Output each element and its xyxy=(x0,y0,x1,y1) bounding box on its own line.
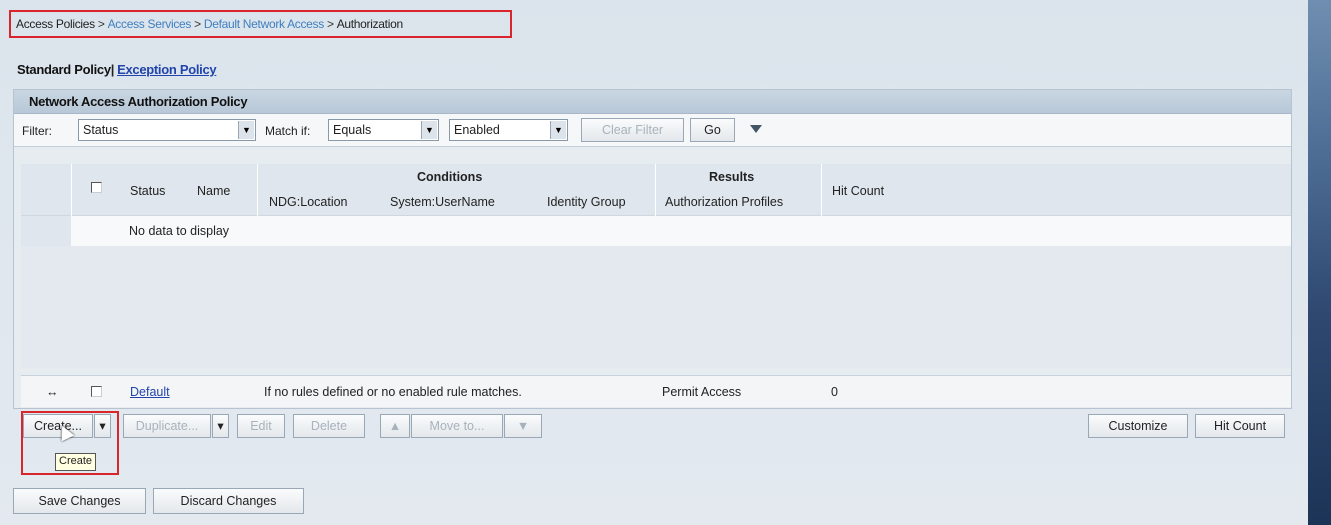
filter-field-value: Status xyxy=(83,123,119,137)
edit-button[interactable]: Edit xyxy=(237,414,285,438)
empty-table-text: No data to display xyxy=(129,224,230,238)
column-divider xyxy=(71,164,72,216)
select-all-checkbox[interactable] xyxy=(91,182,102,193)
header-status[interactable]: Status xyxy=(130,184,165,198)
filter-value-select[interactable]: Enabled ▼ xyxy=(449,119,568,141)
match-label: Match if: xyxy=(265,124,311,138)
default-rule-link[interactable]: Default xyxy=(130,385,170,399)
save-changes-button[interactable]: Save Changes xyxy=(13,488,146,514)
delete-button[interactable]: Delete xyxy=(293,414,365,438)
clear-filter-button[interactable]: Clear Filter xyxy=(581,118,684,142)
filter-field-select[interactable]: Status ▼ xyxy=(78,119,256,141)
discard-changes-button[interactable]: Discard Changes xyxy=(153,488,304,514)
tab-exception-policy[interactable]: Exception Policy xyxy=(117,62,217,77)
dropdown-arrow-icon: ▼ xyxy=(421,121,437,139)
background-edge xyxy=(1308,0,1331,525)
column-divider xyxy=(655,164,656,216)
default-rule-conditions: If no rules defined or no enabled rule m… xyxy=(264,385,522,399)
breadcrumb-access-services[interactable]: Access Services xyxy=(108,17,192,31)
duplicate-menu-button[interactable]: ▾ xyxy=(212,414,229,438)
dropdown-arrow-icon: ▾ xyxy=(217,419,224,433)
header-system-username[interactable]: System:UserName xyxy=(390,195,495,209)
filter-value: Enabled xyxy=(454,123,500,137)
arrow-up-icon: ▲ xyxy=(388,419,402,433)
dropdown-arrow-icon: ▼ xyxy=(550,121,566,139)
filter-bar: Filter: Status ▼ Match if: Equals ▼ Enab… xyxy=(14,114,1291,147)
table-header: Status Name Conditions NDG:Location Syst… xyxy=(21,164,1291,216)
reorder-icon: ↔ xyxy=(46,385,59,399)
breadcrumb-separator: > xyxy=(194,17,201,31)
column-divider xyxy=(821,164,822,216)
customize-button[interactable]: Customize xyxy=(1088,414,1188,438)
breadcrumb-access-policies[interactable]: Access Policies xyxy=(16,17,95,31)
move-up-button[interactable]: ▲ xyxy=(380,414,410,438)
breadcrumb-separator: > xyxy=(326,17,334,31)
default-rule-checkbox[interactable] xyxy=(91,386,102,397)
default-rule-row[interactable]: ↔ Default If no rules defined or no enab… xyxy=(21,375,1291,407)
table-row: No data to display xyxy=(21,216,1291,246)
match-value: Equals xyxy=(333,123,372,137)
go-button[interactable]: Go xyxy=(690,118,735,142)
panel-title: Network Access Authorization Policy xyxy=(14,90,1291,114)
header-ndg-location[interactable]: NDG:Location xyxy=(269,195,348,209)
arrow-down-icon: ▼ xyxy=(516,419,530,433)
header-hit-count[interactable]: Hit Count xyxy=(832,184,884,198)
authorization-policy-panel: Network Access Authorization Policy Filt… xyxy=(13,89,1292,409)
policy-tabs: Standard Policy| Exception Policy xyxy=(17,62,217,77)
page: Access Policies > Access Services > Default … xyxy=(0,0,1308,525)
tab-separator: | xyxy=(110,62,115,77)
breadcrumb-authorization: Authorization xyxy=(336,17,403,31)
header-results: Results xyxy=(709,170,755,184)
create-tooltip: Create xyxy=(55,453,97,471)
dropdown-arrow-icon: ▼ xyxy=(238,121,254,139)
tab-standard-policy[interactable]: Standard Policy xyxy=(17,62,111,77)
header-identity-group[interactable]: Identity Group xyxy=(547,195,626,209)
breadcrumb: Access Policies > Access Services > Default … xyxy=(9,10,512,38)
header-authorization-profiles[interactable]: Authorization Profiles xyxy=(665,195,783,209)
filter-options-icon[interactable] xyxy=(750,125,762,133)
default-rule-profile: Permit Access xyxy=(662,385,742,399)
header-conditions: Conditions xyxy=(417,170,483,184)
header-name[interactable]: Name xyxy=(197,184,230,198)
hit-count-button[interactable]: Hit Count xyxy=(1195,414,1285,438)
move-to-button[interactable]: Move to... xyxy=(411,414,503,438)
table-body xyxy=(21,246,1291,368)
default-rule-hit-count: 0 xyxy=(831,385,838,399)
row-gutter xyxy=(21,216,71,246)
move-down-button[interactable]: ▼ xyxy=(504,414,542,438)
duplicate-button[interactable]: Duplicate... xyxy=(123,414,211,438)
breadcrumb-separator: > xyxy=(97,17,105,31)
filter-label: Filter: xyxy=(22,124,52,138)
column-divider xyxy=(257,164,258,216)
breadcrumb-default-network-access[interactable]: Default Network Access xyxy=(204,17,324,31)
match-select[interactable]: Equals ▼ xyxy=(328,119,439,141)
